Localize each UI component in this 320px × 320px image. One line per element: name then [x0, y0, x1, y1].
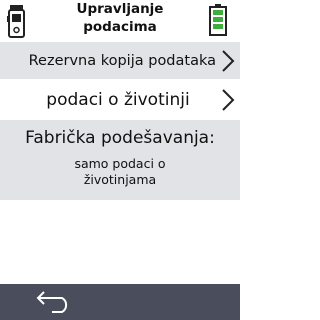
menu-item-animal-data[interactable]: podaci o životinji [0, 82, 240, 118]
factory-settings-title: Fabrička podešavanja: [25, 128, 215, 148]
device-reader-icon [7, 5, 25, 38]
chevron-right-icon [222, 89, 235, 111]
page-title: Upravljanje podacima [40, 0, 200, 36]
page-title-line2: podacima [83, 19, 157, 35]
chevron-right-icon [222, 49, 235, 72]
page-title-line1: Upravljanje [76, 1, 164, 17]
battery-full-icon [209, 4, 227, 36]
menu-item-animal-data-label: podaci o životinji [46, 90, 190, 110]
footer-bar [0, 284, 240, 320]
factory-settings-panel: Fabrička podešavanja: samo podaci o živo… [0, 120, 240, 200]
factory-settings-value: samo podaci o životinjama [74, 156, 166, 187]
menu-item-backup[interactable]: Rezervna kopija podataka [0, 42, 240, 79]
header-bar: Upravljanje podacima [0, 0, 240, 42]
back-arrow-icon[interactable] [32, 290, 74, 314]
menu-item-backup-label: Rezervna kopija podataka [28, 52, 216, 69]
